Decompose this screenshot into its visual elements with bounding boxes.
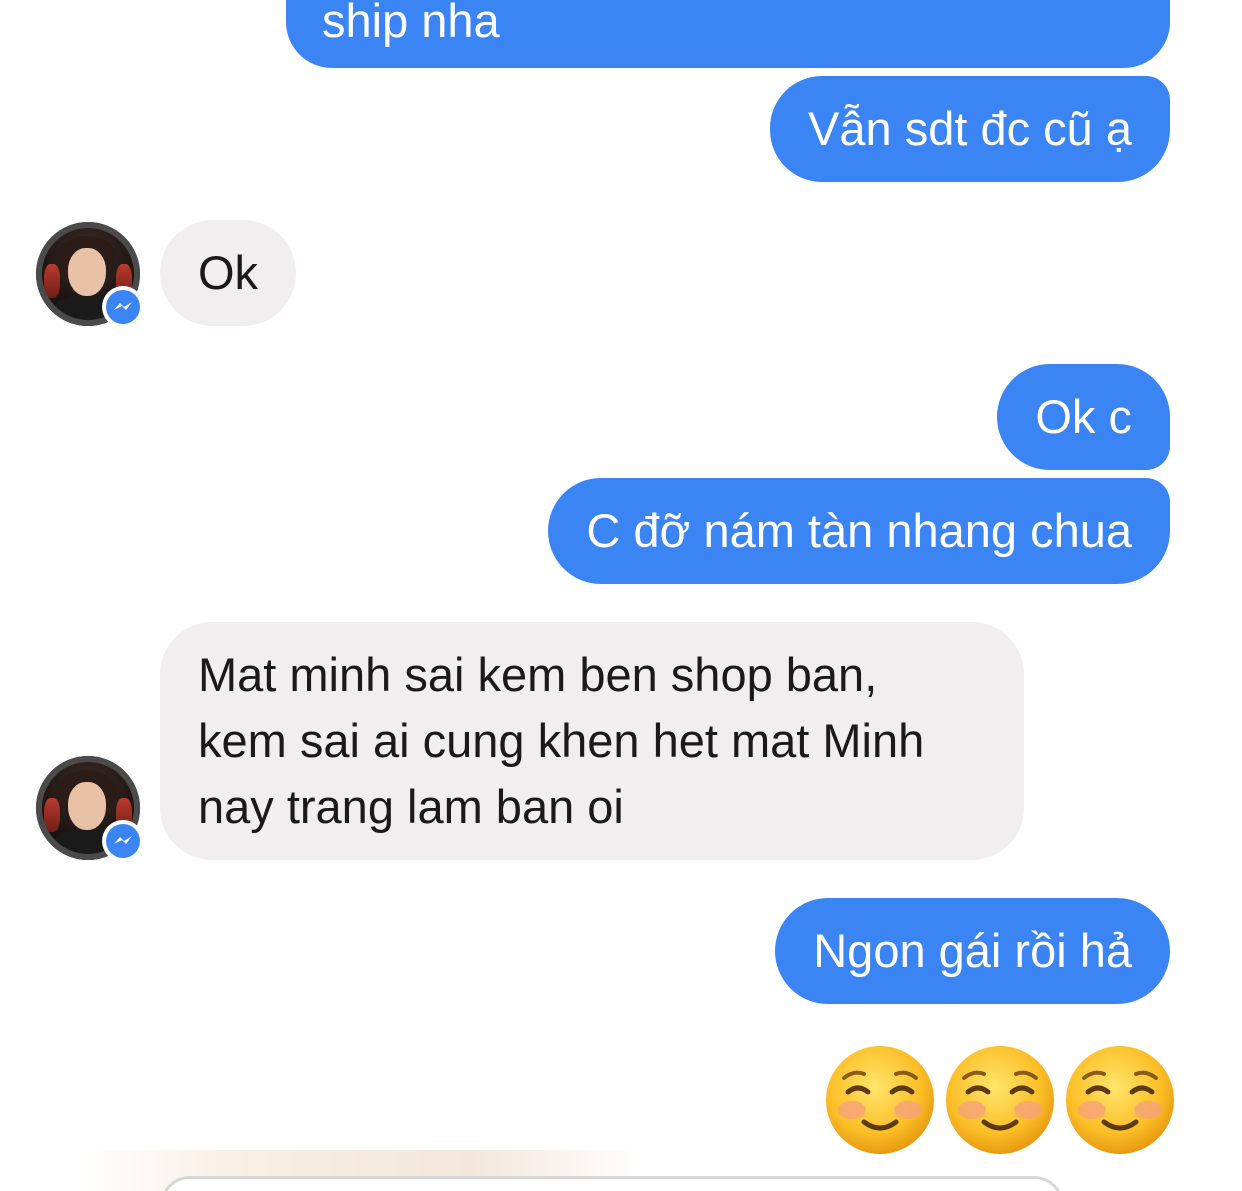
- emoji-message[interactable]: [824, 1044, 1176, 1158]
- messenger-badge-icon: [102, 820, 144, 862]
- message-bubble-outgoing[interactable]: Ok c: [997, 364, 1170, 470]
- message-bubble-incoming[interactable]: Mat minh sai kem ben shop ban, kem sai a…: [160, 622, 1024, 860]
- smiling-face-icon: [826, 1046, 934, 1154]
- message-bubble-outgoing[interactable]: ship nha: [286, 0, 1170, 68]
- smiling-face-icon: [1066, 1046, 1174, 1154]
- smiling-face-icon: [946, 1046, 1054, 1154]
- message-text: Ok: [198, 246, 259, 299]
- message-text-line: kem sai ai cung khen het mat Minh: [198, 714, 925, 767]
- messenger-badge-icon: [102, 286, 144, 328]
- message-text: C đỡ nám tàn nhang chua: [586, 504, 1132, 557]
- message-text: Ok c: [1035, 390, 1132, 443]
- message-text: ship nha: [322, 0, 500, 47]
- message-text: Ngon gái rồi hả: [813, 924, 1132, 977]
- message-text-line: nay trang lam ban oi: [198, 780, 624, 833]
- message-bubble-outgoing[interactable]: Vẫn sdt đc cũ ạ: [770, 76, 1170, 182]
- message-text: Vẫn sdt đc cũ ạ: [808, 102, 1132, 155]
- message-bubble-outgoing[interactable]: Ngon gái rồi hả: [775, 898, 1170, 1004]
- message-text-line: Mat minh sai kem ben shop ban,: [198, 648, 878, 701]
- message-input[interactable]: [160, 1176, 1064, 1191]
- conversation-view: ship nha Vẫn sdt đc cũ ạ Ok Ok c C đỡ ná…: [0, 0, 1242, 1191]
- contact-avatar[interactable]: [36, 222, 144, 328]
- contact-avatar[interactable]: [36, 756, 144, 862]
- message-bubble-outgoing[interactable]: C đỡ nám tàn nhang chua: [548, 478, 1170, 584]
- message-bubble-incoming[interactable]: Ok: [160, 220, 297, 326]
